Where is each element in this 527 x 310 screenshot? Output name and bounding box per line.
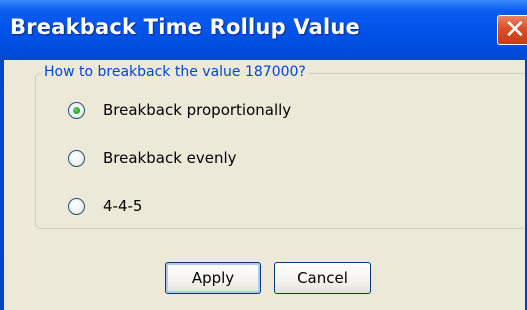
radio-button-selected[interactable] [68, 101, 85, 119]
option-label: Breakback proportionally [103, 101, 292, 119]
title-bar[interactable]: Breakback Time Rollup Value ✕ [0, 0, 527, 60]
cancel-button[interactable]: Cancel [274, 262, 371, 294]
close-icon: ✕ [504, 15, 526, 45]
option-breakback-evenly[interactable]: Breakback evenly [68, 147, 237, 169]
option-4-4-5[interactable]: 4-4-5 [68, 195, 142, 217]
option-label: 4-4-5 [103, 197, 143, 215]
radio-button[interactable] [68, 197, 85, 215]
window-title: Breakback Time Rollup Value [10, 15, 360, 39]
option-label: Breakback evenly [103, 149, 237, 167]
option-breakback-proportionally[interactable]: Breakback proportionally [68, 99, 291, 121]
close-button[interactable]: ✕ [497, 15, 527, 45]
apply-button[interactable]: Apply [165, 262, 261, 294]
breakback-option-group: How to breakback the value 187000? Break… [35, 64, 527, 229]
dialog-body: How to breakback the value 187000? Break… [4, 60, 527, 310]
radio-button[interactable] [68, 149, 85, 167]
dialog-window: Breakback Time Rollup Value ✕ How to bre… [0, 0, 527, 310]
group-legend: How to breakback the value 187000? [41, 64, 309, 80]
